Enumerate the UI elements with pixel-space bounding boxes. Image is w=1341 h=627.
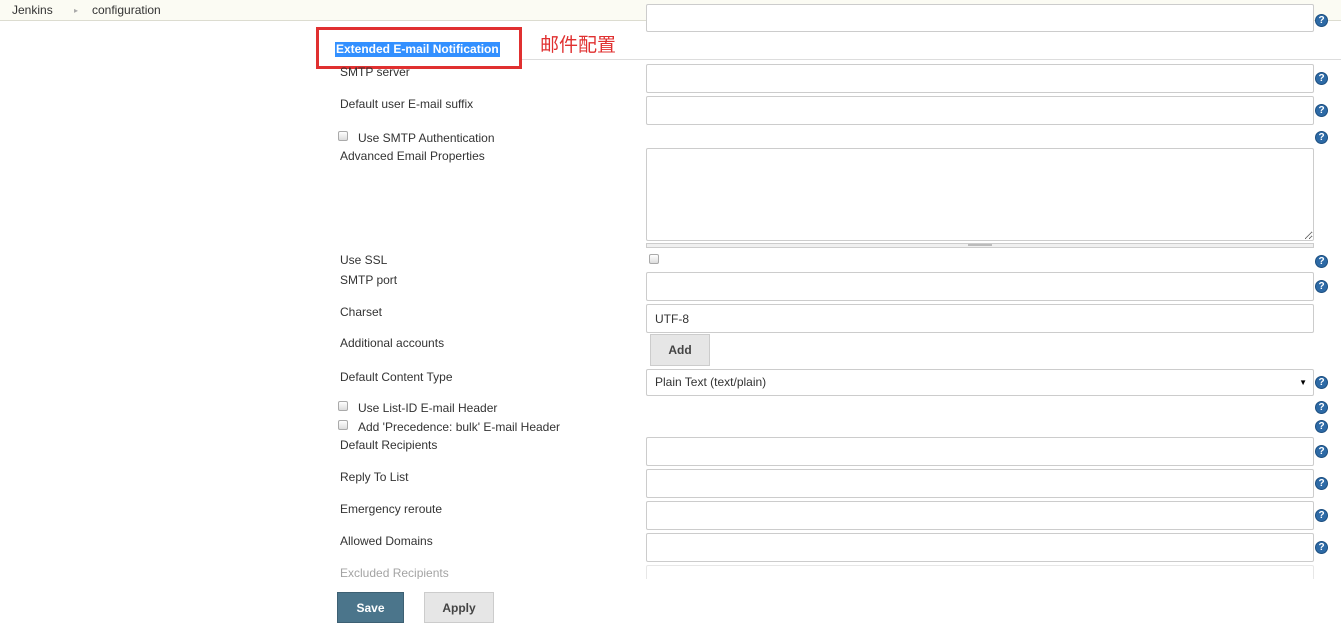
content-type-label: Default Content Type	[340, 370, 453, 384]
dropdown-arrow-icon: ▼	[1299, 378, 1307, 387]
precedence-label: Add 'Precedence: bulk' E-mail Header	[358, 420, 561, 434]
list-id-label: Use List-ID E-mail Header	[358, 401, 498, 415]
use-smtp-auth-label: Use SMTP Authentication	[358, 131, 495, 145]
additional-accounts-label: Additional accounts	[340, 336, 445, 350]
use-smtp-auth-checkbox[interactable]	[338, 131, 348, 141]
reply-to-input[interactable]	[646, 469, 1314, 498]
default-suffix-label: Default user E-mail suffix	[340, 97, 474, 111]
help-icon[interactable]: ?	[1315, 255, 1328, 268]
smtp-port-label: SMTP port	[340, 273, 398, 287]
reply-to-label: Reply To List	[340, 470, 409, 484]
allowed-domains-label: Allowed Domains	[340, 534, 433, 548]
help-icon[interactable]: ?	[1315, 401, 1328, 414]
help-icon[interactable]: ?	[1315, 420, 1328, 433]
default-recipients-input[interactable]	[646, 437, 1314, 466]
smtp-port-input[interactable]	[646, 272, 1314, 301]
smtp-server-label: SMTP server	[340, 65, 410, 79]
annotation-text: 邮件配置	[540, 35, 617, 56]
help-icon[interactable]: ?	[1315, 131, 1328, 144]
allowed-domains-input[interactable]	[646, 533, 1314, 562]
excluded-recipients-label: Excluded Recipients	[340, 566, 449, 579]
help-icon[interactable]: ?	[1315, 376, 1328, 389]
help-icon[interactable]: ?	[1315, 509, 1328, 522]
add-account-button[interactable]: Add	[650, 334, 710, 366]
previous-field-input[interactable]	[646, 4, 1314, 32]
apply-button[interactable]: Apply	[424, 592, 494, 623]
content-type-value: Plain Text (text/plain)	[655, 375, 767, 389]
emergency-reroute-label: Emergency reroute	[340, 502, 443, 516]
advanced-props-label: Advanced Email Properties	[340, 149, 485, 163]
list-id-checkbox[interactable]	[338, 401, 348, 411]
default-recipients-label: Default Recipients	[340, 438, 438, 452]
precedence-checkbox[interactable]	[338, 420, 348, 430]
help-icon[interactable]: ?	[1315, 477, 1328, 490]
section-title: Extended E-mail Notification	[335, 42, 500, 57]
default-suffix-input[interactable]	[646, 96, 1314, 125]
help-icon[interactable]: ?	[1315, 14, 1328, 27]
use-ssl-checkbox[interactable]	[649, 254, 659, 264]
advanced-props-textarea[interactable]	[646, 148, 1314, 241]
breadcrumb-jenkins[interactable]: Jenkins	[12, 3, 53, 17]
help-icon[interactable]: ?	[1315, 104, 1328, 117]
help-icon[interactable]: ?	[1315, 280, 1328, 293]
textarea-resize-handle[interactable]	[646, 243, 1314, 248]
help-icon[interactable]: ?	[1315, 445, 1328, 458]
charset-label: Charset	[340, 305, 383, 319]
excluded-recipients-input[interactable]	[646, 565, 1314, 579]
help-icon[interactable]: ?	[1315, 72, 1328, 85]
content-type-select[interactable]: Plain Text (text/plain) ▼	[646, 369, 1314, 396]
use-ssl-label: Use SSL	[340, 253, 388, 267]
charset-input[interactable]	[646, 304, 1314, 333]
breadcrumb-separator-icon: ▸	[74, 6, 79, 15]
help-icon[interactable]: ?	[1315, 541, 1328, 554]
save-button[interactable]: Save	[337, 592, 404, 623]
breadcrumb-configuration[interactable]: configuration	[92, 3, 161, 17]
section-divider	[521, 59, 1341, 60]
emergency-reroute-input[interactable]	[646, 501, 1314, 530]
smtp-server-input[interactable]	[646, 64, 1314, 93]
excluded-recipients-row: Excluded Recipients	[300, 562, 1341, 579]
